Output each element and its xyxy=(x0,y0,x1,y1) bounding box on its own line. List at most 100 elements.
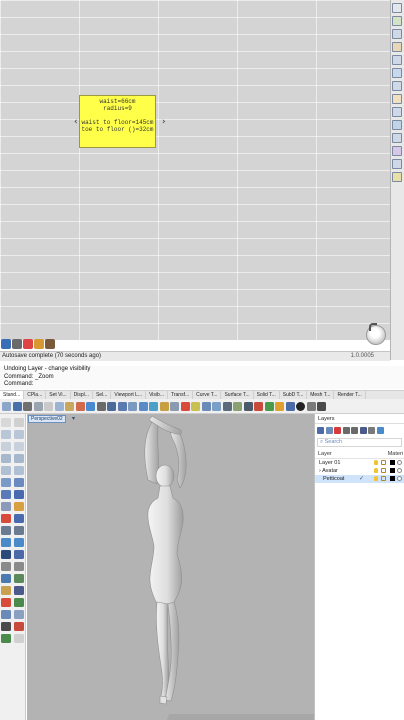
column-material[interactable]: Materi xyxy=(388,450,404,458)
materials-icon[interactable] xyxy=(264,401,274,411)
tab-mesh-tools[interactable]: Mesh T... xyxy=(307,391,335,399)
layer-color-swatch[interactable] xyxy=(390,476,395,481)
layer-search-input[interactable]: ⌕ Search xyxy=(317,438,402,447)
layer-icon[interactable] xyxy=(191,401,200,411)
tool-icon[interactable] xyxy=(392,94,402,104)
light-icon[interactable] xyxy=(275,401,284,411)
tool-icon[interactable] xyxy=(392,55,402,65)
tab-subd-tools[interactable]: SubD T... xyxy=(280,391,308,399)
trim-icon[interactable] xyxy=(1,526,11,535)
undo-icon[interactable] xyxy=(75,401,85,411)
curve-icon[interactable] xyxy=(1,442,11,451)
check-tool-icon[interactable] xyxy=(14,622,24,631)
zoom-window-icon[interactable] xyxy=(117,401,127,411)
tab-surface-tools[interactable]: Surface T... xyxy=(221,391,254,399)
extrude-icon[interactable] xyxy=(14,478,24,487)
rotate-view-icon[interactable] xyxy=(96,401,106,411)
render-icon[interactable] xyxy=(254,401,263,411)
block-icon[interactable] xyxy=(233,401,242,411)
canvas-navigation-widget-icon[interactable] xyxy=(366,323,386,345)
boolean-icon[interactable] xyxy=(1,514,11,523)
tab-transform[interactable]: Transf... xyxy=(168,391,194,399)
select-arrow-icon[interactable] xyxy=(1,418,11,427)
delete-layer-icon[interactable] xyxy=(334,427,341,434)
arc-icon[interactable] xyxy=(1,454,11,463)
polygon-icon[interactable] xyxy=(1,466,11,475)
lock-icon[interactable] xyxy=(381,460,386,465)
tool-icon[interactable] xyxy=(392,81,402,91)
snap-tool-icon[interactable] xyxy=(1,634,11,643)
tool-icon[interactable] xyxy=(392,16,402,26)
paste-icon[interactable] xyxy=(65,401,74,411)
select-icon[interactable] xyxy=(180,401,190,411)
save-icon[interactable] xyxy=(12,401,22,411)
tool-icon[interactable] xyxy=(392,120,402,130)
filter-icon[interactable] xyxy=(359,427,367,434)
hide-icon[interactable] xyxy=(201,401,211,411)
split-icon[interactable] xyxy=(14,526,24,535)
ellipse-icon[interactable] xyxy=(14,454,24,463)
panel-output-grip-icon[interactable]: › xyxy=(162,117,166,127)
dim-tool-icon[interactable] xyxy=(14,586,24,595)
layer-color-swatch[interactable] xyxy=(390,460,395,465)
new-layer-icon[interactable] xyxy=(317,427,324,434)
sphere-tool-icon[interactable] xyxy=(14,490,24,499)
column-layer[interactable]: Layer xyxy=(318,450,332,458)
lock-icon[interactable] xyxy=(212,401,221,411)
copy-tool-icon[interactable] xyxy=(14,550,24,559)
render-tool-icon[interactable] xyxy=(14,598,24,607)
explode-icon[interactable] xyxy=(14,538,24,547)
dimension-icon[interactable] xyxy=(243,401,253,411)
options-icon[interactable] xyxy=(14,634,24,643)
zoom-extents-icon[interactable] xyxy=(128,401,137,411)
help-icon[interactable] xyxy=(376,427,384,434)
layer-color-swatch[interactable] xyxy=(390,468,395,473)
tool-icon[interactable] xyxy=(392,133,402,143)
move-down-icon[interactable] xyxy=(351,427,358,434)
mesh-icon[interactable] xyxy=(1,502,11,511)
command-history[interactable]: Undoing Layer - change visibility Comman… xyxy=(0,366,404,389)
rectangle-icon[interactable] xyxy=(14,466,24,475)
rotate-icon[interactable] xyxy=(1,562,11,571)
array-icon[interactable] xyxy=(14,574,24,583)
new-file-icon[interactable] xyxy=(2,401,11,411)
visibility-bulb-icon[interactable] xyxy=(374,476,378,481)
tool-icon[interactable] xyxy=(392,29,402,39)
lock-icon[interactable] xyxy=(381,468,386,473)
fillet-icon[interactable] xyxy=(14,514,24,523)
material-icon[interactable] xyxy=(397,468,402,473)
tab-cplanes[interactable]: CPla... xyxy=(24,391,47,399)
command-prompt[interactable]: Command: xyxy=(4,381,404,389)
text-panel[interactable]: waist=66cm radius=9 waist to floor=145cm… xyxy=(79,95,156,148)
tool-icon[interactable] xyxy=(392,3,402,13)
help-icon[interactable] xyxy=(317,401,326,411)
mirror-icon[interactable] xyxy=(1,574,11,583)
move-up-icon[interactable] xyxy=(342,427,350,434)
point-icon[interactable] xyxy=(14,418,24,427)
environment-icon[interactable] xyxy=(285,401,295,411)
copy-icon[interactable] xyxy=(54,401,64,411)
grasshopper-canvas[interactable]: waist=66cm radius=9 waist to floor=145cm… xyxy=(0,0,390,345)
material-icon[interactable] xyxy=(397,460,402,465)
edit-tool-icon[interactable] xyxy=(1,622,11,631)
tab-display[interactable]: Displ... xyxy=(71,391,93,399)
zoom-icon[interactable] xyxy=(107,401,116,411)
layer-row[interactable]: › Avatar xyxy=(315,467,404,475)
circle-icon[interactable] xyxy=(14,442,24,451)
tool-icon[interactable] xyxy=(392,172,402,182)
layer-tool-icon[interactable] xyxy=(14,610,24,619)
grid-icon[interactable] xyxy=(1,339,11,349)
tab-visibility[interactable]: Visib... xyxy=(146,391,168,399)
pan-icon[interactable] xyxy=(86,401,95,411)
tool-icon[interactable] xyxy=(392,68,402,78)
tab-set-view[interactable]: Set Vi... xyxy=(46,391,71,399)
analyze-icon[interactable] xyxy=(1,598,11,607)
tab-solid-tools[interactable]: Solid T... xyxy=(254,391,280,399)
box-icon[interactable] xyxy=(1,490,11,499)
tool-icon[interactable] xyxy=(392,107,402,117)
grasshopper-icon[interactable] xyxy=(1,610,11,619)
tool-icon[interactable] xyxy=(392,159,402,169)
tab-viewport-layout[interactable]: Viewport L... xyxy=(111,391,147,399)
visibility-bulb-icon[interactable] xyxy=(374,460,378,465)
scale-icon[interactable] xyxy=(14,562,24,571)
